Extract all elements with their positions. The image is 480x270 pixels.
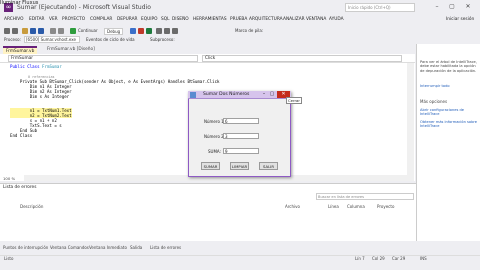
stop-icon[interactable] — [138, 28, 144, 34]
status-column: Col 29 — [372, 256, 385, 261]
status-char: Car 29 — [392, 256, 406, 261]
process-select[interactable]: [6500] Sumar.vshost.exe — [24, 36, 80, 43]
intellitrace-panel — [416, 44, 480, 241]
menu-archivo[interactable]: ARCHIVO — [4, 17, 23, 22]
break-all-link[interactable]: Interrumpir todo — [420, 84, 478, 88]
dialog-title: Sumar Dos Números — [203, 92, 250, 97]
continue-icon[interactable] — [70, 28, 76, 34]
code-line: End Class — [10, 133, 33, 138]
dialog-minimize-button[interactable]: – — [260, 91, 268, 98]
menu-equipo[interactable]: EQUIPO — [141, 17, 157, 22]
col-line[interactable]: Línea — [328, 204, 339, 209]
intellitrace-settings-link[interactable]: Abrir configuraciones de IntelliTrace — [420, 108, 478, 117]
menu-editar[interactable]: EDITAR — [29, 17, 45, 22]
lifecycle-events-select[interactable]: Eventos de ciclo de vida — [86, 37, 135, 42]
code-line: Dim s As Integer — [10, 94, 70, 99]
thread-label: Subproceso: — [150, 37, 175, 42]
limpiar-button[interactable]: LIMPIAR — [230, 162, 249, 170]
stack-frame-label: Marco de pila: — [235, 28, 264, 33]
menu-arquitectura[interactable]: ARQUITECTURA — [249, 17, 283, 22]
step-out-icon[interactable] — [172, 28, 178, 34]
menu-compilar[interactable]: COMPILAR — [90, 17, 112, 22]
form-icon — [190, 92, 196, 98]
tab-output[interactable]: Salida — [130, 245, 142, 250]
menu-analizar[interactable]: ANALIZAR — [283, 17, 305, 22]
menu-prueba[interactable]: PRUEBA — [230, 17, 247, 22]
menu-sql[interactable]: SQL — [161, 17, 170, 22]
pause-icon[interactable] — [130, 28, 136, 34]
code-line: Public Class — [10, 64, 43, 69]
class-name: FrmSumar — [42, 64, 62, 69]
class-combo[interactable]: FrmSumar — [8, 55, 198, 62]
menu-ayuda[interactable]: AYUDA — [329, 17, 344, 22]
title-bar: ∞ Sumar (Ejecutando) - Microsoft Visual … — [0, 0, 480, 16]
editor-vertical-scrollbar[interactable] — [407, 63, 414, 181]
status-ready: Listo — [4, 256, 14, 261]
status-insert-mode: INS — [420, 256, 427, 261]
tab-code-file[interactable]: FrmSumar.vb — [3, 46, 38, 54]
maximize-button[interactable]: ▢ — [446, 3, 458, 12]
close-button[interactable]: ✕ — [462, 3, 474, 12]
redo-icon[interactable] — [58, 28, 64, 34]
process-label: Proceso: — [4, 37, 21, 42]
continue-button[interactable]: Continuar — [78, 28, 98, 33]
tab-breakpoints[interactable]: Puntos de interrupción — [3, 245, 48, 250]
quick-launch-input[interactable]: Inicio rápido (Ctrl+Q) — [345, 3, 415, 12]
col-project[interactable]: Proyecto — [377, 204, 394, 209]
tab-command-window[interactable]: Ventana Comandos — [50, 245, 89, 250]
tab-immediate-window[interactable]: Ventana Inmediato — [89, 245, 127, 250]
col-file[interactable]: Archivo — [285, 204, 300, 209]
minimize-button[interactable]: – — [431, 3, 443, 12]
undo-icon[interactable] — [50, 28, 56, 34]
save-icon[interactable] — [30, 28, 36, 34]
restart-icon[interactable] — [146, 28, 152, 34]
zoom-level[interactable]: 100 % — [3, 176, 15, 181]
numero1-input[interactable]: 6 — [223, 118, 259, 124]
menu-herramientas[interactable]: HERRAMIENTAS — [193, 17, 227, 22]
sumar-button[interactable]: SUMAR — [201, 162, 220, 170]
error-list-title: Lista de errores — [3, 185, 37, 190]
numero2-input[interactable]: 3 — [223, 133, 259, 139]
error-list-panel — [0, 183, 416, 241]
intellitrace-info-link[interactable]: Obtener más información sobre IntelliTra… — [420, 120, 478, 129]
sign-in-link[interactable]: Iniciar sesión — [446, 17, 474, 22]
col-description[interactable]: Descripción — [20, 204, 43, 209]
panel-intro: Para ver el árbol de IntelliTrace, debe … — [420, 60, 477, 73]
menu-ventana[interactable]: VENTANA — [306, 17, 326, 22]
back-icon[interactable] — [4, 28, 10, 34]
tab-error-list[interactable]: Lista de errores — [150, 245, 181, 250]
panel-title: Iluminar Fluxus — [0, 0, 39, 6]
menu-proyecto[interactable]: PROYECTO — [62, 17, 85, 22]
dialog-maximize-button[interactable]: ▢ — [268, 91, 276, 98]
menu-diseno[interactable]: DISEÑO — [172, 17, 189, 22]
step-over-icon[interactable] — [156, 28, 162, 34]
tab-designer[interactable]: FrmSumar.vb [Diseño] — [44, 46, 98, 54]
col-column[interactable]: Columna — [347, 204, 365, 209]
more-options-heading: Más opciones — [420, 99, 448, 104]
menu-depurar[interactable]: DEPURAR — [117, 17, 138, 22]
salir-button[interactable]: SALIR — [259, 162, 278, 170]
open-folder-icon[interactable] — [22, 28, 28, 34]
error-search-input[interactable]: Buscar en lista de errores — [316, 193, 414, 200]
debug-mode-select[interactable]: Debug — [104, 28, 124, 35]
menu-ver[interactable]: VER — [49, 17, 58, 22]
status-bar — [0, 255, 480, 270]
event-combo[interactable]: Click — [202, 55, 402, 62]
numero1-label: Número 1: — [204, 119, 226, 124]
suma-label: SUMA: — [208, 149, 221, 154]
forward-icon[interactable] — [12, 28, 18, 34]
numero2-label: Número 2: — [204, 134, 226, 139]
save-all-icon[interactable] — [38, 28, 44, 34]
step-into-icon[interactable] — [164, 28, 170, 34]
close-tooltip: Cerrar — [286, 97, 302, 104]
status-line: Lín 7 — [355, 256, 365, 261]
suma-output[interactable]: 9 — [223, 148, 259, 154]
